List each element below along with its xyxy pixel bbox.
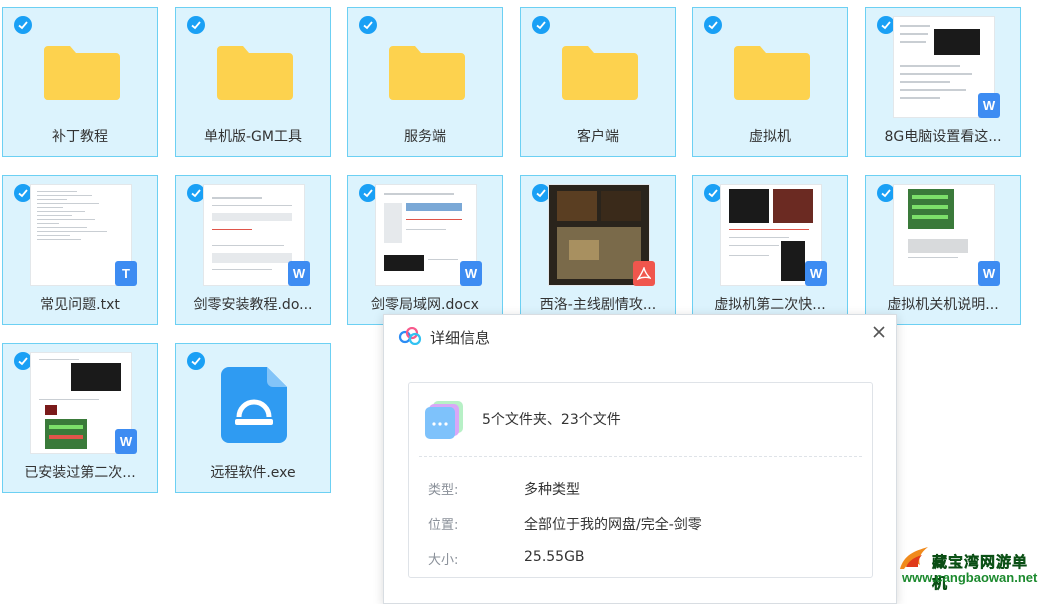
file-tile[interactable]: T 常见问题.txt [2,175,158,325]
file-name[interactable]: 补丁教程 [9,126,151,146]
selected-check-icon[interactable] [14,16,32,34]
file-name[interactable]: 服务端 [354,126,496,146]
file-tile[interactable]: 补丁教程 [2,7,158,157]
selected-check-icon[interactable] [187,16,205,34]
details-dialog: 详细信息 5个文件夹、23个文件 类型: 多种类型 位置: 全部位于我的网盘/完… [383,314,897,604]
folder-icon [734,46,810,100]
type-label: 类型: [428,483,459,498]
folder-icon [562,46,638,100]
selected-check-icon[interactable] [187,352,205,370]
file-tile[interactable]: W 8G电脑设置看这... [865,7,1021,157]
file-name[interactable]: 客户端 [527,126,669,146]
word-file-icon: W [460,261,482,286]
text-file-icon: T [115,261,137,286]
close-icon[interactable] [872,325,886,339]
file-name[interactable]: 远程软件.exe [182,462,324,482]
folder-icon [389,46,465,100]
dialog-title: 详细信息 [430,329,491,347]
word-file-icon: W [978,93,1000,118]
file-name[interactable]: 剑零安装教程.do... [182,294,324,314]
word-file-icon: W [288,261,310,286]
baidu-netdisk-logo [398,327,422,345]
type-value: 多种类型 [524,482,580,498]
file-name[interactable]: 虚拟机 [699,126,841,146]
file-tile[interactable]: 服务端 [347,7,503,157]
details-panel: 5个文件夹、23个文件 类型: 多种类型 位置: 全部位于我的网盘/完全-剑零 … [408,382,873,578]
file-name[interactable]: 常见问题.txt [9,294,151,314]
pdf-file-icon [633,261,655,286]
folder-icon [44,46,120,100]
file-name[interactable]: 8G电脑设置看这... [872,126,1014,146]
file-tile[interactable]: 虚拟机 [692,7,848,157]
file-name[interactable]: 西洛-主线剧情攻... [527,294,669,314]
site-watermark: 藏宝湾网游单机 www.cangbaowan.net [896,543,1042,593]
close-button[interactable] [868,321,890,343]
file-name[interactable]: 虚拟机第二次快... [699,294,841,314]
selection-summary: 5个文件夹、23个文件 [482,412,621,428]
file-name[interactable]: 剑零局域网.docx [354,294,496,314]
watermark-url: www.cangbaowan.net [902,570,1038,585]
word-file-icon: W [805,261,827,286]
file-tile[interactable]: 西洛-主线剧情攻... [520,175,676,325]
file-tile[interactable]: 客户端 [520,7,676,157]
flame-logo-icon [900,547,928,569]
selected-check-icon[interactable] [532,16,550,34]
selected-check-icon[interactable] [359,16,377,34]
file-name[interactable]: 单机版-GM工具 [182,126,324,146]
divider [419,456,862,457]
word-file-icon: W [115,429,137,454]
file-name[interactable]: 已安装过第二次... [9,462,151,482]
file-tile[interactable]: W 剑零局域网.docx [347,175,503,325]
folder-icon [217,46,293,100]
file-name[interactable]: 虚拟机关机说明... [872,294,1014,314]
size-value: 25.55GB [524,549,585,565]
file-tile[interactable]: W 已安装过第二次... [2,343,158,493]
file-tile[interactable]: W 虚拟机关机说明... [865,175,1021,325]
file-tile[interactable]: W 剑零安装教程.do... [175,175,331,325]
executable-file-icon [221,367,287,443]
location-value: 全部位于我的网盘/完全-剑零 [524,517,702,533]
size-label: 大小: [428,553,459,568]
selected-check-icon[interactable] [704,16,722,34]
file-tile[interactable]: 远程软件.exe [175,343,331,493]
location-label: 位置: [428,518,459,533]
file-tile[interactable]: W 虚拟机第二次快... [692,175,848,325]
file-tile[interactable]: 单机版-GM工具 [175,7,331,157]
word-file-icon: W [978,261,1000,286]
multiple-files-icon [425,401,463,439]
